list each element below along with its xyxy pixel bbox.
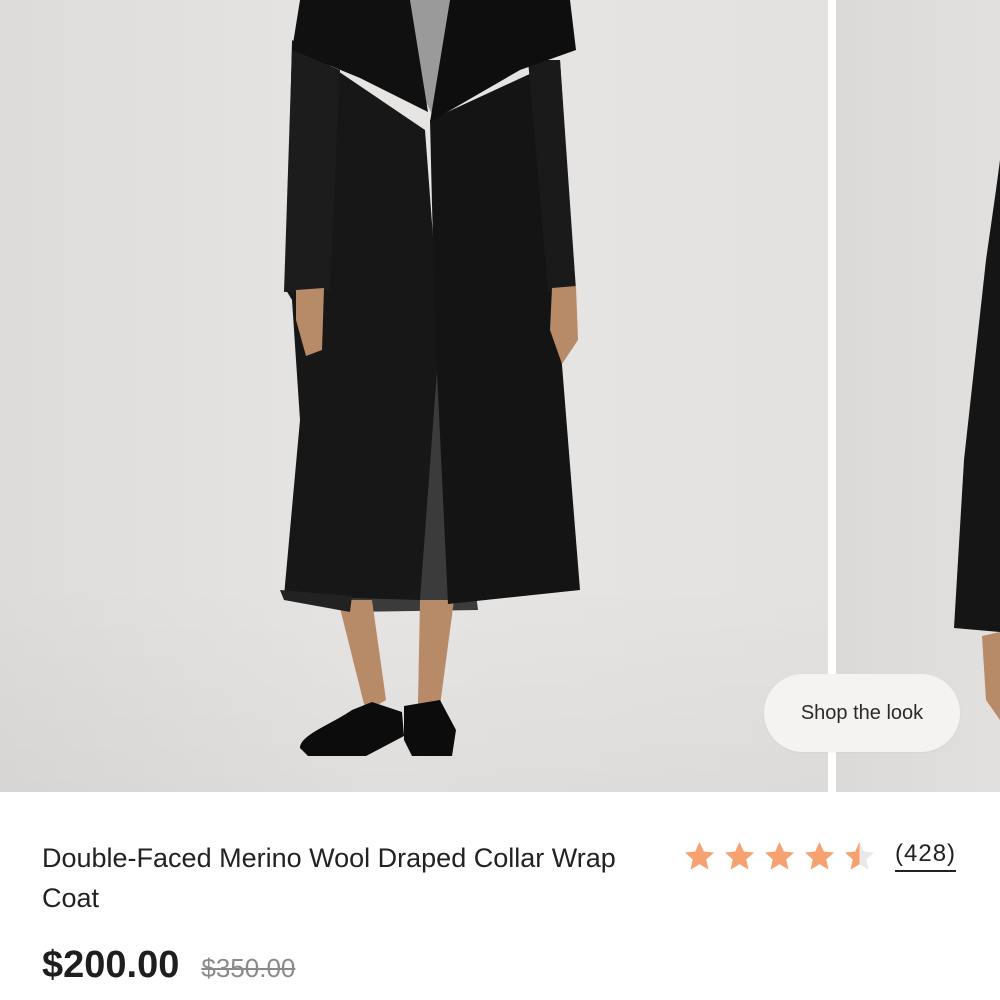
- rating-stars: [682, 839, 877, 874]
- star-icon: [724, 841, 755, 870]
- half-star-icon: [844, 841, 875, 870]
- original-price: $350.00: [201, 953, 296, 983]
- shop-the-look-button[interactable]: Shop the look: [764, 674, 960, 752]
- product-title: Double-Faced Merino Wool Draped Collar W…: [42, 843, 616, 913]
- model-wearing-coat-image: [280, 0, 580, 756]
- star-icon: [804, 841, 835, 870]
- price-block: $200.00 $350.00: [42, 944, 295, 987]
- star-icon: [764, 841, 795, 870]
- sale-price: $200.00: [42, 944, 180, 986]
- product-rating[interactable]: (428): [682, 836, 957, 876]
- star-icon: [684, 841, 715, 870]
- shop-the-look-label: Shop the look: [800, 701, 924, 724]
- product-image-gallery[interactable]: Shop the look: [0, 0, 1000, 792]
- review-count-link[interactable]: (428): [895, 840, 957, 872]
- product-photo-main[interactable]: [0, 0, 828, 792]
